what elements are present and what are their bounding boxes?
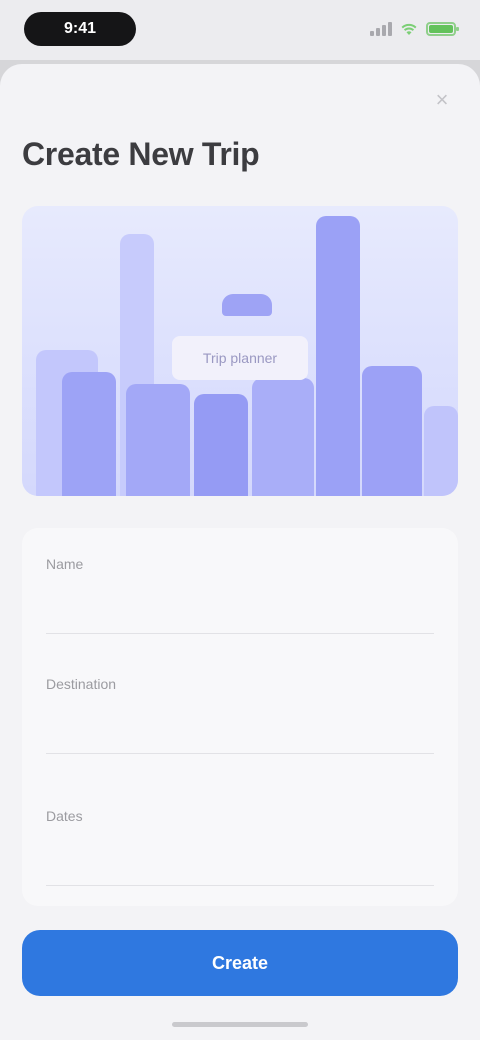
destination-field[interactable] xyxy=(46,710,434,754)
signal-icon xyxy=(370,22,392,36)
illustration-bar xyxy=(194,394,248,496)
wifi-icon xyxy=(401,23,417,35)
illustration-marker xyxy=(222,294,272,316)
illustration-bar xyxy=(424,406,458,496)
illustration-bar xyxy=(316,216,360,496)
dates-field[interactable] xyxy=(46,842,434,886)
illustration-label: Trip planner xyxy=(172,336,308,380)
page-title: Create New Trip xyxy=(22,136,260,172)
name-label: Name xyxy=(46,556,84,572)
status-icons xyxy=(370,18,459,40)
create-trip-sheet: × Create New Trip Trip planner Name Dest… xyxy=(0,64,480,1040)
trip-illustration: Trip planner xyxy=(22,206,458,496)
dates-label: Dates xyxy=(46,808,83,824)
create-button[interactable]: Create xyxy=(22,930,458,996)
illustration-bar xyxy=(62,372,116,496)
destination-label: Destination xyxy=(46,676,117,692)
illustration-bar xyxy=(252,378,314,496)
battery-icon xyxy=(426,22,459,36)
status-bar: 9:41 xyxy=(0,0,480,60)
close-icon[interactable]: × xyxy=(428,86,456,114)
trip-form: Name Destination Dates xyxy=(22,528,458,906)
name-field[interactable] xyxy=(46,590,434,634)
illustration-bar xyxy=(362,366,422,496)
illustration-bar xyxy=(126,384,190,496)
status-time: 9:41 xyxy=(24,12,136,46)
home-indicator xyxy=(172,1022,308,1027)
